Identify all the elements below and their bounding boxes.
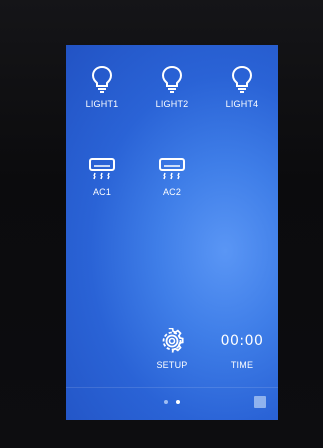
- touch-screen: LIGHT1 LIGHT2 LIGHT4 AC1 AC2 SETUP 00:00…: [66, 45, 278, 420]
- ac1-label: AC1: [92, 187, 112, 197]
- bulb-icon: [161, 65, 183, 93]
- bulb-icon: [91, 65, 113, 93]
- home-button[interactable]: [254, 396, 266, 408]
- light1-tile[interactable]: LIGHT1: [72, 65, 132, 135]
- ac2-tile[interactable]: AC2: [142, 157, 202, 227]
- light1-label: LIGHT1: [85, 99, 119, 109]
- ac1-tile[interactable]: AC1: [72, 157, 132, 227]
- page-dot-1[interactable]: [164, 400, 168, 404]
- gear-icon: [162, 328, 184, 353]
- ac2-label: AC2: [162, 187, 182, 197]
- clock-readout: 00:00: [220, 333, 264, 349]
- light4-tile[interactable]: LIGHT4: [212, 65, 272, 135]
- page-dot-2-active[interactable]: [176, 400, 180, 404]
- light2-label: LIGHT2: [155, 99, 189, 109]
- ac-unit-icon: [89, 158, 115, 180]
- setup-label: SETUP: [156, 360, 188, 370]
- light4-label: LIGHT4: [225, 99, 259, 109]
- light2-tile[interactable]: LIGHT2: [142, 65, 202, 135]
- bulb-icon: [231, 65, 253, 93]
- ac-unit-icon: [159, 158, 185, 180]
- bottom-bar: [66, 387, 278, 420]
- time-label: TIME: [230, 360, 254, 370]
